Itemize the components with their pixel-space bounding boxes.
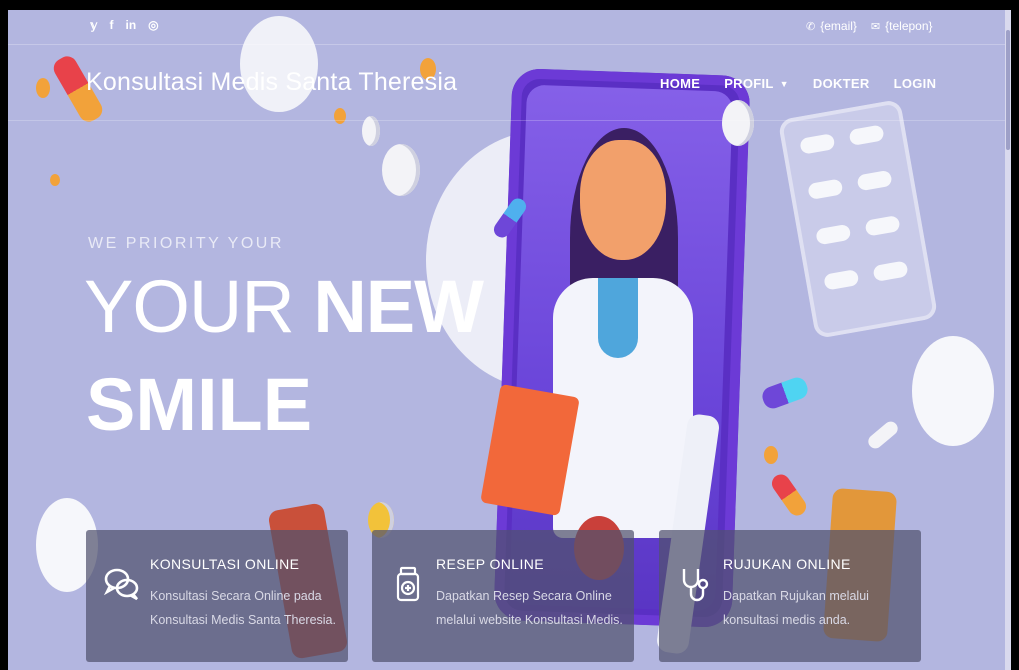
- nav-label: LOGIN: [893, 76, 937, 91]
- phone-icon: ✆: [806, 21, 816, 33]
- hero-heading-bold: NEW: [313, 265, 484, 348]
- email-text: {email}: [820, 19, 857, 33]
- doctor-face-illustration: [580, 140, 666, 260]
- service-title: KONSULTASI ONLINE: [150, 556, 300, 572]
- nav-label: PROFIL: [724, 76, 774, 91]
- phone-link[interactable]: ✉ {telepon}: [871, 19, 933, 33]
- instagram-icon[interactable]: ◎: [148, 18, 158, 32]
- nav-divider: [8, 120, 1011, 121]
- stethoscope-icon: [675, 564, 715, 604]
- nav-label: HOME: [660, 76, 701, 91]
- tablet-illustration: [722, 100, 754, 146]
- decorative-blob: [912, 336, 994, 446]
- hero-kicker: WE PRIORITY YOUR: [88, 235, 284, 252]
- email-link[interactable]: ✆ {email}: [806, 19, 857, 33]
- service-title: RESEP ONLINE: [436, 556, 545, 572]
- nav-item-profil[interactable]: PROFIL ▼: [724, 76, 789, 91]
- envelope-icon: ✉: [870, 21, 881, 33]
- nav-item-home[interactable]: HOME: [660, 76, 700, 91]
- twitter-icon[interactable]: 𝕪: [90, 18, 98, 32]
- site-brand[interactable]: Konsultasi Medis Santa Theresia: [86, 68, 457, 97]
- capsule-illustration: [865, 418, 901, 452]
- linkedin-icon[interactable]: in: [126, 18, 137, 32]
- top-bar: 𝕪 f in ◎ ✆ {email} ✉ {telepon}: [8, 10, 1011, 45]
- nav-item-login[interactable]: LOGIN: [894, 76, 937, 91]
- service-card-resep[interactable]: RESEP ONLINE Dapatkan Resep Secara Onlin…: [372, 530, 634, 662]
- service-description: Dapatkan Rujukan melalui konsultasi medi…: [723, 589, 869, 627]
- decorative-dot: [36, 78, 50, 98]
- scrollbar-thumb[interactable]: [1006, 30, 1010, 150]
- decorative-dot: [50, 174, 60, 186]
- hero-heading-line2: SMILE: [86, 363, 313, 446]
- social-links: 𝕪 f in ◎: [90, 18, 159, 32]
- decorative-dot: [334, 108, 346, 124]
- main-nav: HOME PROFIL ▼ DOKTER LOGIN: [660, 76, 936, 91]
- page: 𝕪 f in ◎ ✆ {email} ✉ {telepon} Konsultasi …: [8, 10, 1011, 670]
- service-title: RUJUKAN ONLINE: [723, 556, 851, 572]
- capsule-illustration: [759, 374, 811, 412]
- service-card-konsultasi[interactable]: KONSULTASI ONLINE Konsultasi Secara Onli…: [86, 530, 348, 662]
- chevron-down-icon: ▼: [779, 78, 789, 89]
- pill-sheet-illustration: [777, 98, 939, 340]
- hero-heading-line1: YOUR NEW: [84, 264, 484, 349]
- service-description: Konsultasi Secara Online pada Konsultasi…: [150, 589, 336, 627]
- nav-item-dokter[interactable]: DOKTER: [813, 76, 870, 91]
- service-description: Dapatkan Resep Secara Online melalui web…: [436, 589, 623, 627]
- service-card-rujukan[interactable]: RUJUKAN ONLINE Dapatkan Rujukan melalui …: [659, 530, 921, 662]
- scrollbar[interactable]: [1005, 10, 1011, 670]
- doctor-shirt-illustration: [598, 278, 638, 358]
- medicine-bottle-icon: [388, 564, 428, 604]
- hero-heading-light: YOUR: [84, 265, 314, 348]
- phone-text: {telepon}: [885, 19, 933, 33]
- contact-info: ✆ {email} ✉ {telepon}: [806, 19, 933, 33]
- tablet-illustration: [382, 144, 420, 196]
- facebook-icon[interactable]: f: [110, 18, 114, 32]
- capsule-illustration: [768, 470, 810, 520]
- chat-bubbles-icon: [102, 564, 142, 604]
- decorative-dot: [764, 446, 778, 464]
- nav-label: DOKTER: [812, 76, 870, 91]
